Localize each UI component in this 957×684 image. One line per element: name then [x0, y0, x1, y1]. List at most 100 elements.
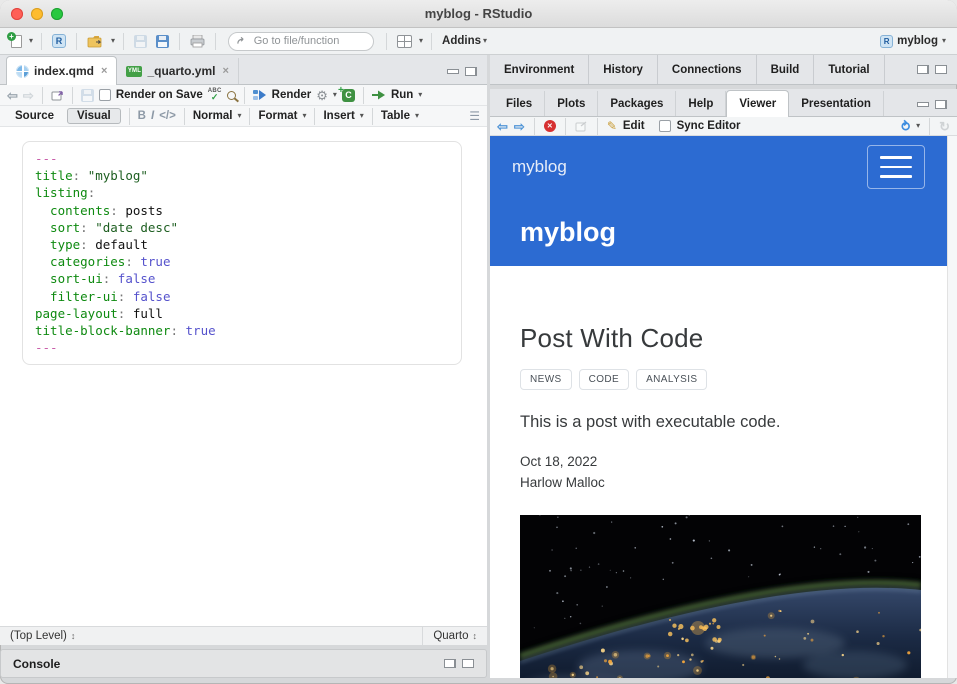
post-title: Post With Code: [520, 323, 921, 354]
maximize-environment-pane-icon[interactable]: [935, 65, 947, 74]
toolbar-separator: [184, 108, 185, 125]
pane-layout-dropdown-caret[interactable]: ▾: [419, 37, 423, 45]
minimize-pane-icon[interactable]: [447, 69, 459, 74]
stop-icon[interactable]: ✕: [544, 120, 556, 132]
sync-editor-checkbox[interactable]: [659, 120, 671, 132]
console-pane-header[interactable]: Console: [0, 649, 487, 678]
minimize-window-button[interactable]: [31, 8, 43, 20]
blog-brand-link[interactable]: myblog: [512, 157, 567, 177]
back-icon[interactable]: ⇦: [7, 89, 18, 102]
insert-menu[interactable]: Insert: [323, 110, 354, 122]
publish-icon[interactable]: ⥁: [901, 120, 910, 133]
scope-selector[interactable]: (Top Level) ↕: [0, 630, 422, 642]
outline-toggle-icon[interactable]: ☰: [469, 109, 480, 123]
table-menu-caret[interactable]: ▾: [415, 112, 419, 120]
source-mode-button[interactable]: Source: [7, 110, 62, 122]
open-in-window-icon[interactable]: [51, 90, 64, 101]
tab-files[interactable]: Files: [494, 91, 545, 116]
viewer-forward-icon[interactable]: ⇨: [514, 120, 525, 133]
addins-caret: ▾: [483, 37, 487, 45]
category-badge[interactable]: NEWS: [520, 369, 572, 390]
hamburger-menu-button[interactable]: [867, 145, 925, 189]
close-window-button[interactable]: [11, 8, 23, 20]
filetype-updown-icon: ↕: [473, 631, 478, 641]
run-button[interactable]: Run: [391, 89, 413, 101]
goto-file-input[interactable]: [252, 34, 365, 48]
main-toolbar: + ▾ R ▾: [0, 28, 957, 55]
viewer-back-icon[interactable]: ⇦: [497, 120, 508, 133]
editor-tabstrip: index.qmd×YML_quarto.yml×: [0, 55, 487, 85]
open-in-new-window-icon[interactable]: [575, 121, 588, 132]
close-tab-icon[interactable]: ×: [101, 65, 107, 77]
visual-mode-button[interactable]: Visual: [67, 108, 121, 124]
new-file-button[interactable]: +: [9, 33, 24, 50]
publish-caret[interactable]: ▾: [916, 122, 920, 130]
yaml-metadata-block[interactable]: ---title: "myblog"listing: contents: pos…: [22, 141, 462, 365]
bold-button[interactable]: B: [138, 110, 146, 122]
save-icon: [134, 35, 147, 48]
render-options-caret[interactable]: ▾: [333, 91, 337, 99]
tab-help[interactable]: Help: [676, 91, 726, 116]
save-document-icon[interactable]: [81, 89, 94, 102]
run-options-caret[interactable]: ▾: [418, 91, 422, 99]
gear-icon[interactable]: ⚙: [316, 89, 328, 102]
new-file-dropdown-caret[interactable]: ▾: [29, 37, 33, 45]
print-button[interactable]: [188, 33, 207, 50]
tab-viewer[interactable]: Viewer: [726, 90, 789, 117]
search-icon[interactable]: [227, 91, 236, 100]
tab-build[interactable]: Build: [757, 55, 815, 84]
maximize-pane-icon[interactable]: [465, 67, 477, 76]
open-file-dropdown-caret[interactable]: ▾: [111, 37, 115, 45]
tab-history[interactable]: History: [589, 55, 658, 84]
restore-console-icon[interactable]: [444, 659, 456, 668]
addins-button[interactable]: Addins ▾: [440, 33, 489, 49]
tab-presentation[interactable]: Presentation: [789, 91, 884, 116]
project-menu-button[interactable]: R myblog ▾: [878, 33, 948, 50]
goto-file-search[interactable]: [228, 32, 374, 51]
tab-tutorial[interactable]: Tutorial: [814, 55, 884, 84]
goto-arrow-icon: [237, 36, 247, 46]
maximize-files-pane-icon[interactable]: [935, 100, 947, 109]
pane-layout-button[interactable]: [395, 33, 414, 50]
quarto-file-icon: [16, 65, 29, 78]
filetype-selector[interactable]: Quarto ↕: [422, 627, 487, 645]
category-badge[interactable]: CODE: [579, 369, 630, 390]
viewer-scrollbar[interactable]: [947, 136, 957, 678]
table-menu[interactable]: Table: [381, 110, 410, 122]
tab-plots[interactable]: Plots: [545, 91, 598, 116]
files-tabstrip: FilesPlotsPackagesHelpViewerPresentation: [490, 89, 957, 117]
maximize-console-icon[interactable]: [462, 659, 474, 668]
edit-button[interactable]: Edit: [623, 120, 645, 132]
sync-editor-label: Sync Editor: [677, 120, 741, 132]
format-menu-caret[interactable]: ▾: [302, 112, 306, 120]
visual-editor-canvas[interactable]: ---title: "myblog"listing: contents: pos…: [0, 127, 487, 626]
editor-tab-_quarto.yml[interactable]: YML_quarto.yml×: [117, 58, 238, 84]
paragraph-style-caret[interactable]: ▾: [237, 112, 241, 120]
save-button[interactable]: [132, 33, 149, 50]
insert-chunk-icon[interactable]: +C: [342, 89, 355, 102]
tab-environment[interactable]: Environment: [490, 55, 589, 84]
toolbar-separator: [929, 118, 930, 135]
save-all-button[interactable]: [154, 33, 171, 50]
open-file-button[interactable]: [85, 33, 106, 50]
tab-packages[interactable]: Packages: [598, 91, 676, 116]
new-project-button[interactable]: R: [50, 32, 68, 50]
code-button[interactable]: </>: [159, 110, 176, 122]
paragraph-style-dropdown[interactable]: Normal: [193, 110, 233, 122]
render-on-save-checkbox[interactable]: [99, 89, 111, 101]
category-badge[interactable]: ANALYSIS: [636, 369, 707, 390]
tab-connections[interactable]: Connections: [658, 55, 757, 84]
refresh-icon[interactable]: ↻: [939, 120, 950, 133]
insert-menu-caret[interactable]: ▾: [360, 112, 364, 120]
forward-icon[interactable]: ⇨: [23, 89, 34, 102]
italic-button[interactable]: I: [151, 110, 154, 122]
print-icon: [190, 35, 205, 48]
editor-tab-index.qmd[interactable]: index.qmd×: [6, 56, 117, 85]
zoom-window-button[interactable]: [51, 8, 63, 20]
minimize-files-pane-icon[interactable]: [917, 102, 929, 107]
close-tab-icon[interactable]: ×: [222, 65, 228, 77]
format-menu[interactable]: Format: [258, 110, 297, 122]
render-button[interactable]: Render: [272, 89, 312, 101]
restore-environment-pane-icon[interactable]: [917, 65, 929, 74]
spellcheck-icon[interactable]: ABC✓: [208, 88, 222, 102]
